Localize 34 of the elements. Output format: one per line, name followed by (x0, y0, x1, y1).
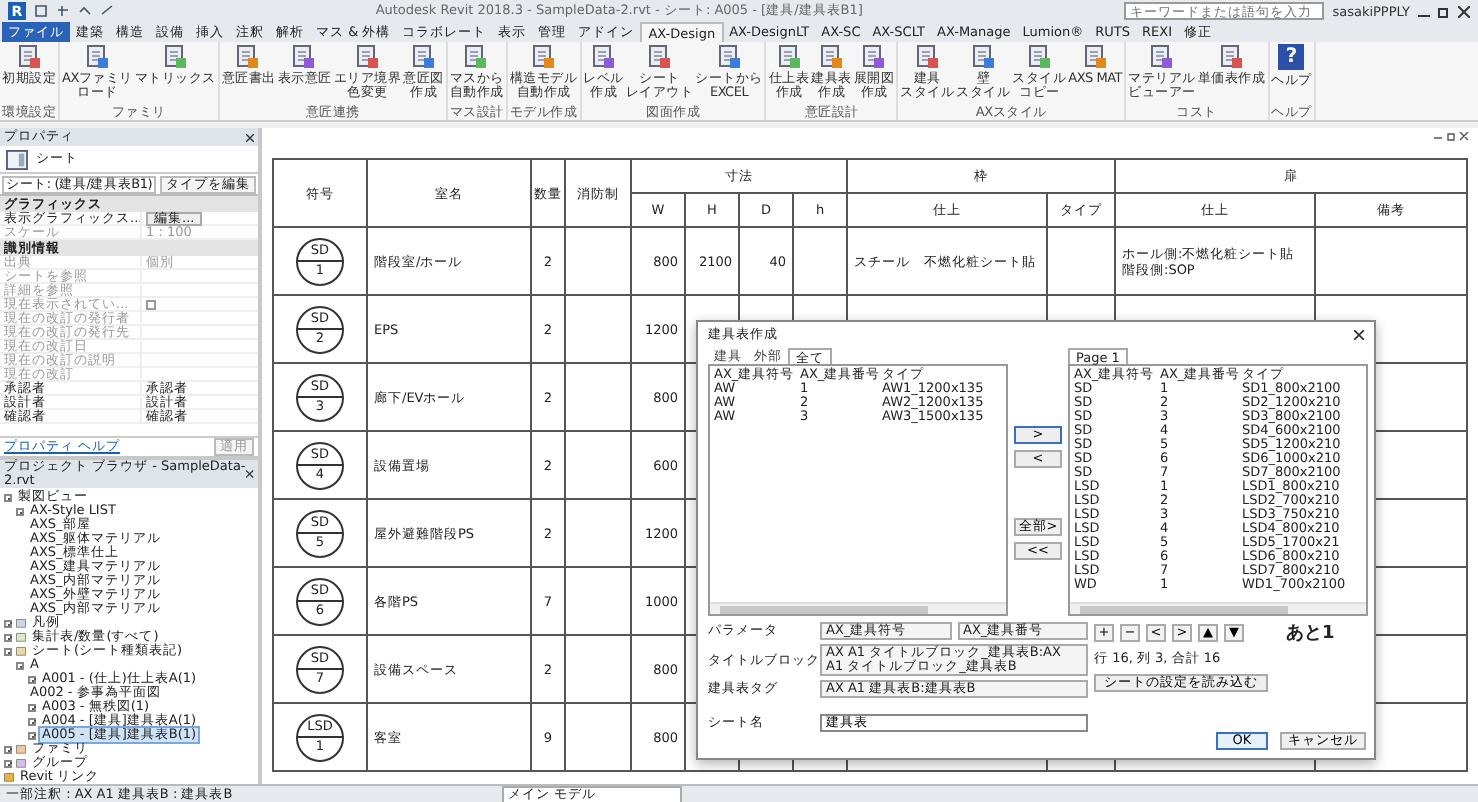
table-cell (566, 364, 632, 432)
expand-icon[interactable] (4, 619, 12, 627)
expand-icon[interactable] (28, 731, 36, 739)
close-icon[interactable] (1354, 329, 1364, 339)
close-icon[interactable] (246, 133, 254, 141)
sheet-icon (6, 149, 28, 169)
close-icon[interactable] (1458, 5, 1470, 17)
document-icon (647, 44, 672, 70)
toolbar-icon[interactable] (34, 4, 48, 18)
expand-icon[interactable] (4, 745, 12, 753)
collapse-icon[interactable] (4, 493, 12, 501)
document-icon (17, 44, 41, 70)
toolbar-icon[interactable] (56, 4, 70, 18)
view-controls-icon[interactable] (1434, 132, 1470, 142)
remaining-count: あと1 (1286, 622, 1335, 646)
collapse-icon[interactable] (16, 507, 24, 515)
table-cell (566, 704, 632, 772)
table-cell (566, 432, 632, 500)
expand-icon[interactable] (28, 717, 36, 725)
table-cell (566, 500, 632, 568)
table-cell (566, 296, 632, 364)
collapse-icon[interactable] (4, 647, 12, 655)
table-cell (566, 228, 632, 296)
collapse-icon[interactable] (16, 661, 24, 669)
list-box[interactable] (1068, 364, 1368, 616)
expand-icon[interactable] (4, 759, 12, 767)
table-cell (566, 636, 632, 704)
expand-icon[interactable] (28, 675, 36, 683)
expand-icon[interactable] (4, 633, 12, 641)
expand-icon[interactable] (28, 703, 36, 711)
restore-icon[interactable] (1438, 5, 1450, 17)
help-icon: ? (1278, 44, 1305, 70)
table-cell (566, 568, 632, 636)
close-icon[interactable] (246, 470, 254, 478)
